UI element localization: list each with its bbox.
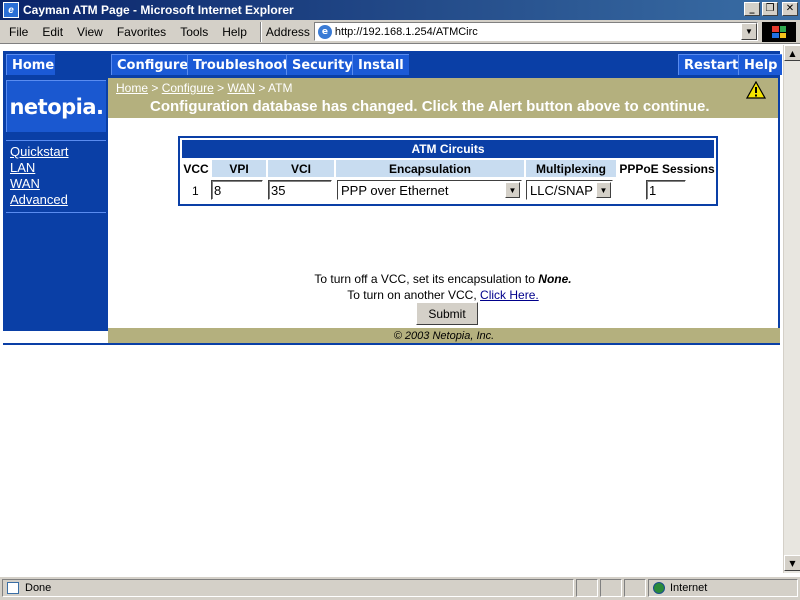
globe-icon (653, 582, 665, 594)
header-pppoe-sessions: PPPoE Sessions (619, 161, 715, 176)
header-multiplexing: Multiplexing (526, 160, 616, 177)
close-button[interactable]: ✕ (782, 2, 798, 16)
header-vci: VCI (268, 160, 334, 177)
page-icon: e (317, 24, 332, 39)
minimize-button[interactable]: _ (744, 2, 760, 16)
nav-install[interactable]: Install (352, 54, 409, 75)
breadcrumb-home[interactable]: Home (116, 81, 148, 95)
hint-none-value: None. (538, 272, 572, 286)
window-title: Cayman ATM Page - Microsoft Internet Exp… (23, 3, 294, 17)
header-vpi: VPI (212, 160, 266, 177)
address-input[interactable] (334, 24, 735, 39)
breadcrumb-separator: > (217, 81, 225, 95)
sidebar-link-advanced[interactable]: Advanced (10, 192, 68, 207)
page-done-icon (7, 582, 19, 594)
sidebar-link-wan[interactable]: WAN (10, 176, 40, 191)
header-encapsulation: Encapsulation (336, 160, 524, 177)
main-content: Home > Configure > WAN > ATM Configurati… (108, 78, 780, 331)
multiplexing-value: LLC/SNAP (530, 182, 593, 198)
breadcrumb-separator: > (151, 81, 159, 95)
sidebar: netopia. Quickstart LAN WAN Advanced (3, 78, 108, 331)
nav-help[interactable]: Help (738, 54, 783, 75)
sidebar-link-lan[interactable]: LAN (10, 160, 35, 175)
submit-button[interactable]: Submit (416, 302, 478, 325)
sidebar-divider (6, 140, 106, 141)
chevron-down-icon[interactable]: ▼ (505, 182, 520, 198)
window-titlebar: e Cayman ATM Page - Microsoft Internet E… (0, 0, 800, 20)
address-label: Address (265, 24, 310, 39)
status-panel (624, 579, 646, 597)
menu-bar: File Edit View Favorites Tools Help Addr… (0, 20, 800, 44)
vcc-number: 1 (192, 184, 199, 198)
status-main: Done (2, 579, 574, 597)
encapsulation-select[interactable]: PPP over Ethernet ▼ (337, 180, 522, 200)
menu-view[interactable]: View (70, 25, 110, 39)
scroll-up-icon[interactable]: ▲ (784, 45, 800, 61)
top-navigation: Home Configure Troubleshoot Security Ins… (3, 51, 783, 78)
status-panel (576, 579, 598, 597)
netopia-logo: netopia. (6, 80, 106, 132)
nav-configure[interactable]: Configure (111, 54, 194, 75)
multiplexing-select[interactable]: LLC/SNAP ▼ (526, 180, 613, 200)
chevron-down-icon[interactable]: ▼ (596, 182, 611, 198)
hint-turn-off-vcc: To turn off a VCC, set its encapsulation… (108, 272, 778, 286)
page-viewport: Home Configure Troubleshoot Security Ins… (0, 45, 783, 573)
menu-tools[interactable]: Tools (173, 25, 215, 39)
sidebar-link-quickstart[interactable]: Quickstart (10, 144, 69, 159)
status-zone: Internet (648, 579, 798, 597)
header-vcc: VCC (183, 161, 209, 176)
status-text: Done (25, 582, 52, 594)
breadcrumb-current: ATM (268, 81, 293, 95)
pppoe-sessions-input[interactable] (646, 180, 686, 200)
breadcrumb-separator: > (258, 81, 266, 95)
ie-icon: e (3, 2, 19, 18)
page-bottom-border (3, 343, 780, 345)
vertical-scrollbar[interactable]: ▲ ▼ (783, 45, 800, 573)
vci-input[interactable] (268, 180, 332, 200)
atm-table-title: ATM Circuits (182, 140, 714, 158)
status-panel (600, 579, 622, 597)
breadcrumb: Home > Configure > WAN > ATM (116, 81, 293, 95)
menu-file[interactable]: File (0, 25, 35, 39)
menu-separator (259, 21, 262, 42)
vpi-input[interactable] (211, 180, 263, 200)
nav-security[interactable]: Security (286, 54, 358, 75)
hint-turn-off-text: To turn off a VCC, set its encapsulation… (314, 272, 539, 286)
windows-logo-icon (762, 22, 796, 42)
address-dropdown-icon[interactable]: ▼ (740, 23, 757, 40)
encapsulation-value: PPP over Ethernet (341, 182, 449, 198)
scroll-down-icon[interactable]: ▼ (784, 555, 800, 571)
breadcrumb-wan[interactable]: WAN (227, 81, 255, 95)
nav-home[interactable]: Home (6, 54, 55, 75)
window-controls: _ ❐ ✕ (744, 2, 798, 16)
address-bar[interactable]: e ▼ (313, 22, 758, 41)
maximize-button[interactable]: ❐ (762, 2, 778, 16)
alert-banner: Home > Configure > WAN > ATM Configurati… (108, 78, 778, 118)
hint-turn-on-text: To turn on another VCC, (347, 288, 481, 302)
alert-message: Configuration database has changed. Clic… (150, 98, 710, 115)
nav-restart[interactable]: Restart (678, 54, 744, 75)
menu-favorites[interactable]: Favorites (110, 25, 173, 39)
menu-help[interactable]: Help (215, 25, 254, 39)
alert-warning-icon[interactable] (746, 81, 766, 99)
atm-circuits-table: ATM Circuits VCC VPI VCI Encapsulation M… (178, 136, 718, 206)
click-here-link[interactable]: Click Here. (480, 288, 539, 302)
footer: © 2003 Netopia, Inc. (108, 328, 780, 343)
hint-turn-on-vcc: To turn on another VCC, Click Here. (108, 288, 778, 302)
menu-edit[interactable]: Edit (35, 25, 70, 39)
status-bar: Done Internet (0, 576, 800, 600)
zone-text: Internet (670, 582, 708, 594)
breadcrumb-configure[interactable]: Configure (162, 81, 214, 95)
nav-troubleshoot[interactable]: Troubleshoot (187, 54, 294, 75)
sidebar-divider (6, 212, 106, 213)
